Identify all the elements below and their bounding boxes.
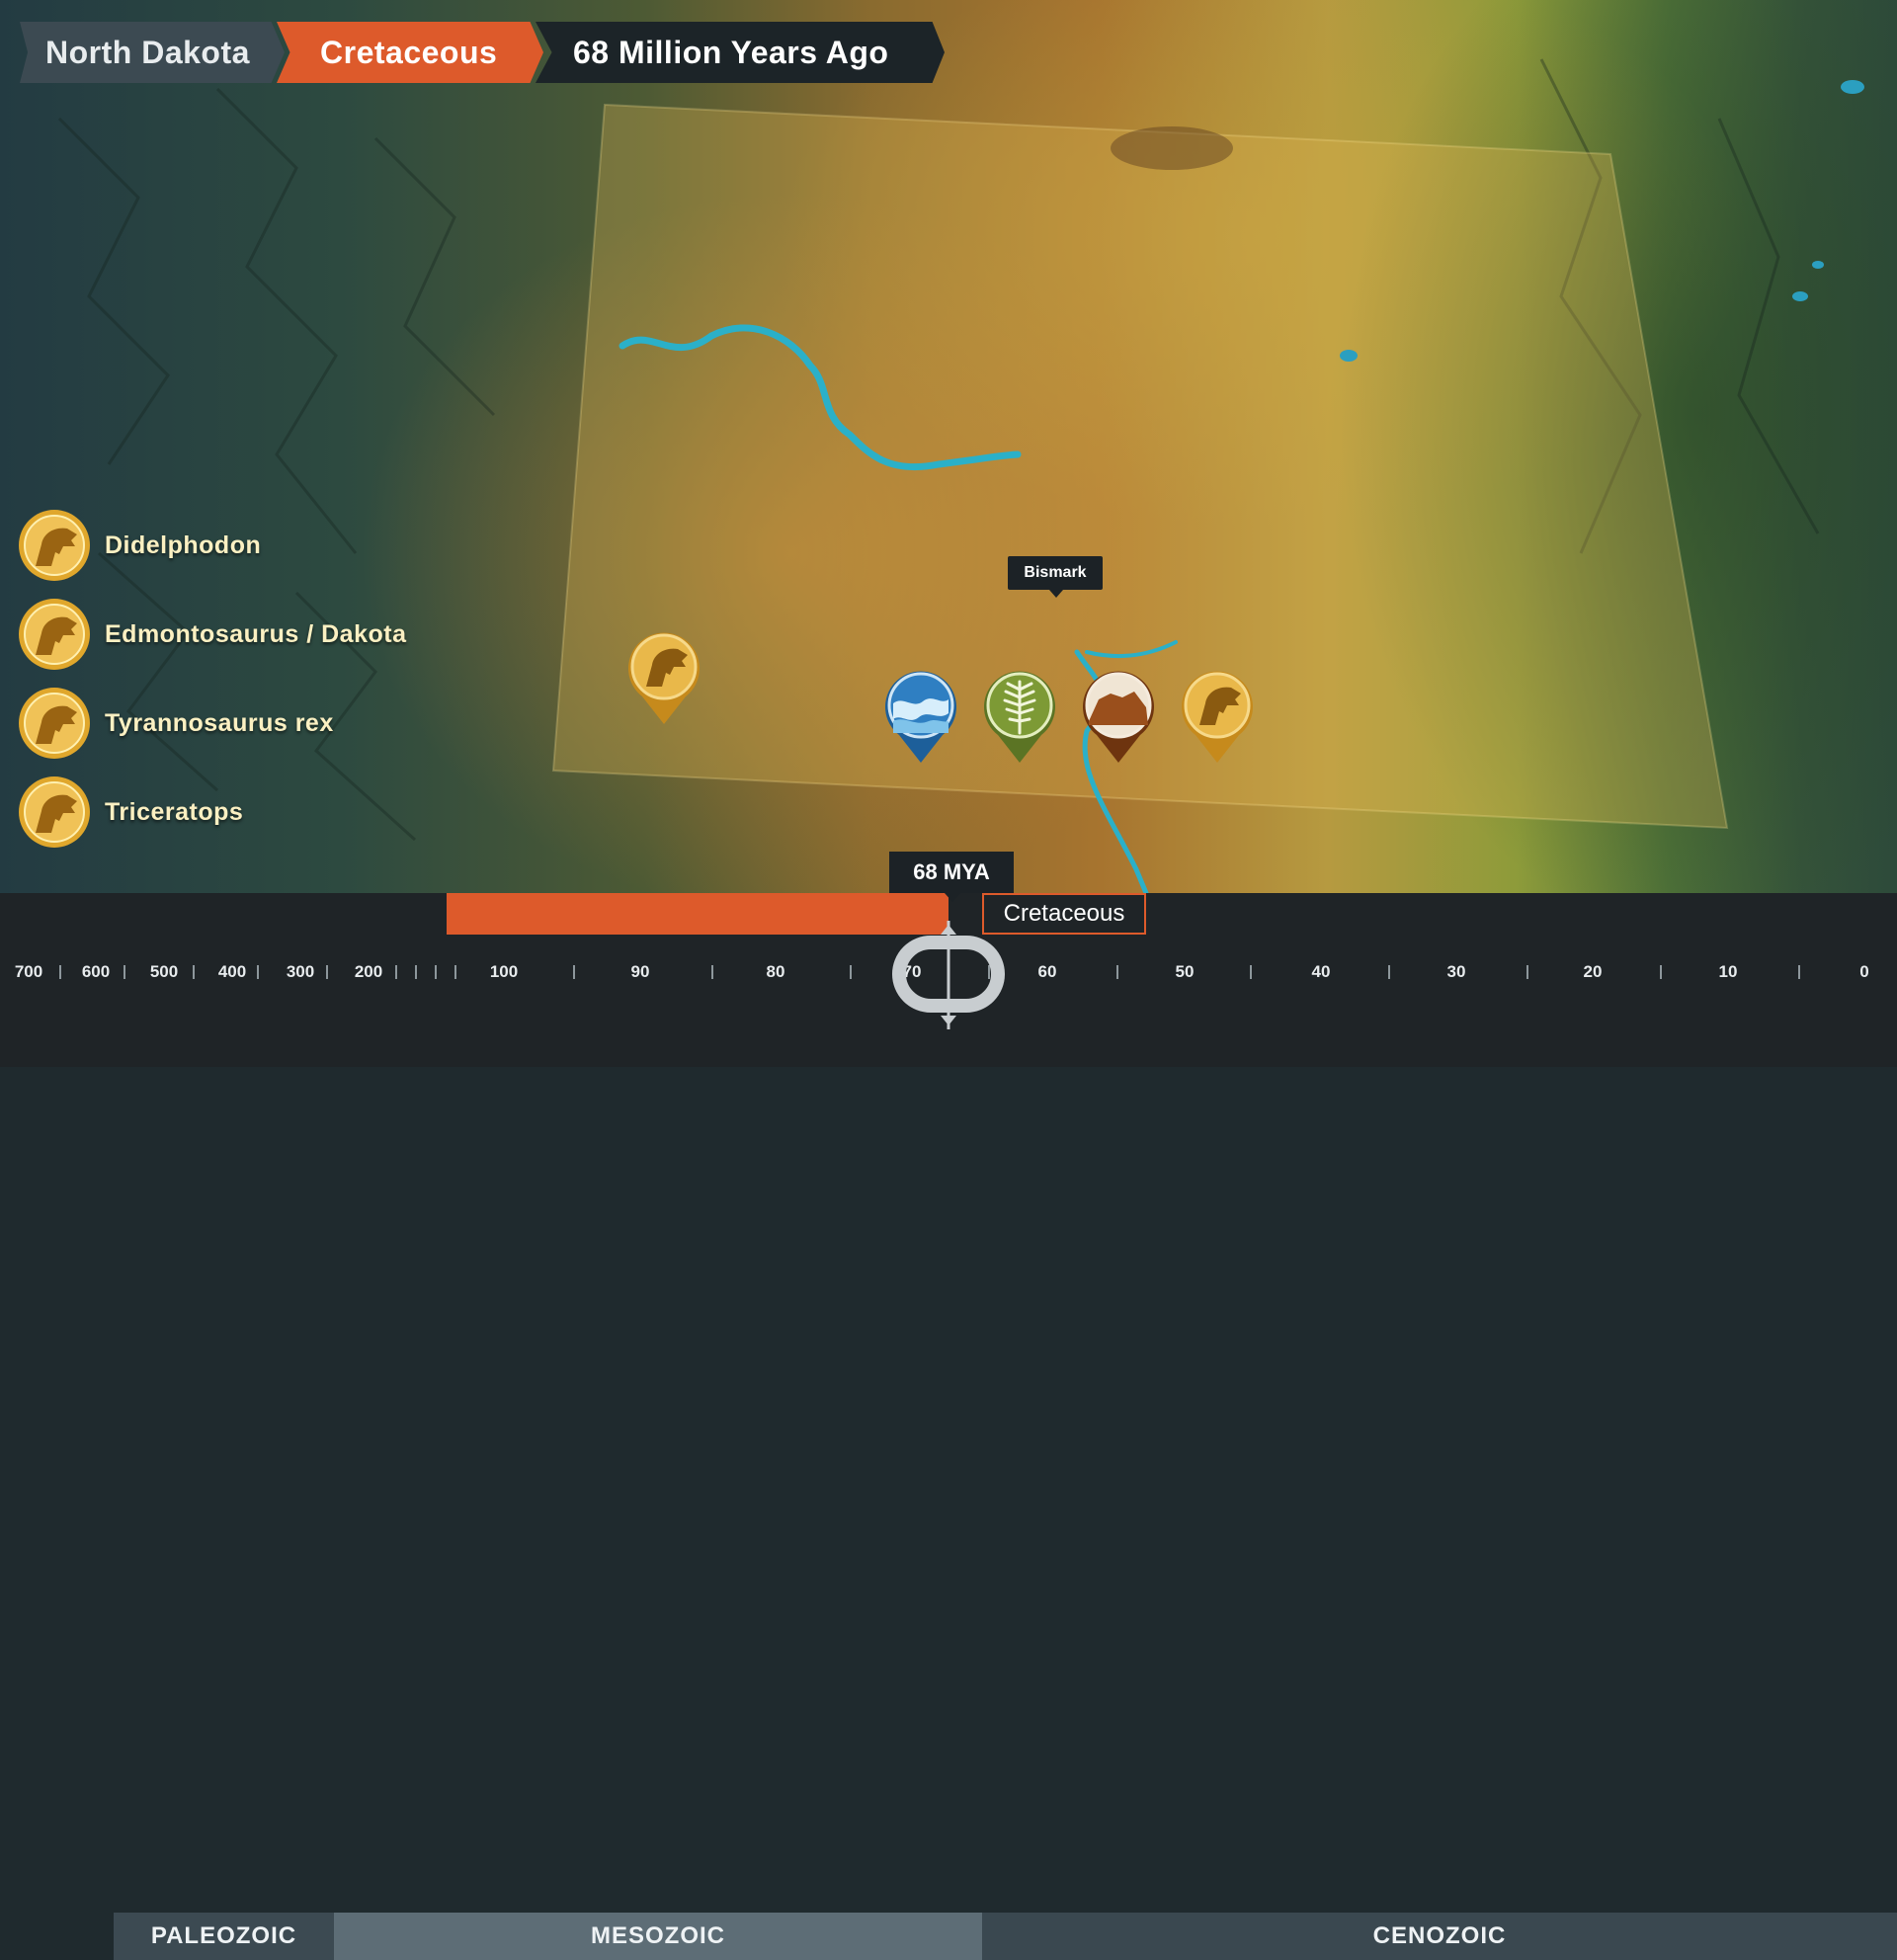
minor-tick [1526, 965, 1528, 979]
minor-tick [415, 965, 417, 979]
current-time-badge: 68 MYA [889, 852, 1014, 902]
era-bar: PALEOZOIC MESOZOIC CENOZOIC [0, 1913, 1897, 1960]
legend-label: Tyrannosaurus rex [105, 708, 334, 737]
tick-label: 30 [1446, 962, 1466, 981]
tick-label: 600 [81, 962, 111, 981]
rock-site-pin[interactable] [1077, 664, 1160, 767]
tick-label: 0 [1859, 962, 1869, 981]
tick-label: 20 [1583, 962, 1603, 981]
legend-label: Triceratops [105, 797, 244, 826]
breadcrumb-age: 68 Million Years Ago [536, 22, 945, 83]
era-paleozoic[interactable]: PALEOZOIC [114, 1913, 334, 1960]
tick-label: 400 [217, 962, 247, 981]
breadcrumb-state[interactable]: North Dakota [20, 22, 285, 83]
legend-item-triceratops[interactable]: Triceratops [16, 773, 490, 852]
legend-item-tyrannosaurus[interactable]: Tyrannosaurus rex [16, 684, 490, 763]
minor-tick [1250, 965, 1252, 979]
dinosaur-head-icon [19, 510, 90, 581]
dinosaur-head-icon [19, 776, 90, 848]
dinosaur-head-icon [19, 688, 90, 759]
breadcrumb-period[interactable]: Cretaceous [277, 22, 543, 83]
minor-tick [257, 965, 259, 979]
period-label[interactable]: Cretaceous [982, 893, 1146, 935]
plant-site-pin[interactable] [978, 664, 1061, 767]
cretaceous-period-bar[interactable] [447, 893, 948, 935]
minor-tick [1798, 965, 1800, 979]
legend-item-edmontosaurus[interactable]: Edmontosaurus / Dakota [16, 595, 490, 674]
tick-label: 10 [1718, 962, 1738, 981]
minor-tick [124, 965, 125, 979]
minor-tick [193, 965, 195, 979]
tick-label: 700 [14, 962, 43, 981]
city-label-bismark[interactable]: Bismark [1008, 556, 1103, 598]
tick-label: 500 [149, 962, 179, 981]
minor-tick [395, 965, 397, 979]
era-mesozoic[interactable]: MESOZOIC [334, 1913, 982, 1960]
tick-label: 60 [1037, 962, 1057, 981]
tick-label: 50 [1175, 962, 1195, 981]
minor-tick [435, 965, 437, 979]
tick-label: 300 [286, 962, 315, 981]
tick-label: 200 [354, 962, 383, 981]
minor-tick [573, 965, 575, 979]
era-cenozoic[interactable]: CENOZOIC [982, 1913, 1897, 1960]
minor-tick [1660, 965, 1662, 979]
dinosaur-head-icon [19, 599, 90, 670]
minor-tick [850, 965, 852, 979]
tick-label: 100 [489, 962, 519, 981]
dinosaur-site-pin-2[interactable] [1176, 664, 1259, 767]
legend-label: Edmontosaurus / Dakota [105, 619, 407, 648]
legend-label: Didelphodon [105, 531, 262, 559]
water-site-pin[interactable] [879, 664, 962, 767]
minor-tick [711, 965, 713, 979]
minor-tick [59, 965, 61, 979]
legend-item-didelphodon[interactable]: Didelphodon [16, 506, 490, 585]
tick-label: 90 [630, 962, 650, 981]
tick-label: 80 [766, 962, 785, 981]
minor-tick [454, 965, 456, 979]
dinosaur-site-pin[interactable] [622, 625, 705, 728]
minor-tick [326, 965, 328, 979]
tick-label: 40 [1311, 962, 1331, 981]
butte-landform [1111, 126, 1233, 170]
minor-tick [1116, 965, 1118, 979]
timeline-scrubber-handle[interactable] [891, 921, 1006, 1029]
minor-tick [1388, 965, 1390, 979]
